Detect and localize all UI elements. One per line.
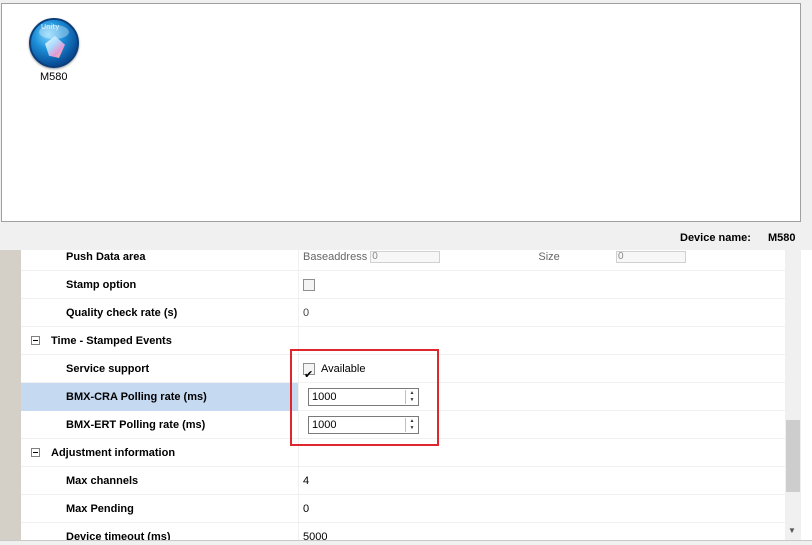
property-name: Service support: [66, 363, 150, 375]
property-row-stamp-option[interactable]: Stamp option: [21, 271, 785, 299]
property-row-max-channels[interactable]: Max channels 4: [21, 467, 785, 495]
property-value: ▲ ▼: [298, 383, 785, 411]
bmx-ert-polling-spinner[interactable]: ▲ ▼: [308, 416, 419, 434]
property-name: Stamp option: [66, 279, 137, 291]
property-row-push-data-area[interactable]: Push Data area Baseaddress 0 Size 0: [21, 250, 785, 271]
bmx-cra-polling-input[interactable]: [310, 390, 404, 404]
property-rows: Push Data area Baseaddress 0 Size 0 Stam…: [21, 250, 785, 540]
spinner-arrows[interactable]: ▲ ▼: [405, 418, 417, 432]
bmx-ert-polling-input[interactable]: [310, 418, 404, 432]
property-value: Baseaddress 0 Size 0: [298, 250, 785, 271]
grid-left-margin: [0, 250, 21, 540]
property-name: BMX-CRA Polling rate (ms): [21, 383, 298, 411]
scrollbar-thumb[interactable]: [786, 420, 800, 492]
device-name-label: Device name:: [680, 232, 751, 244]
property-value: Available: [298, 355, 785, 389]
size-field[interactable]: 0: [615, 251, 686, 264]
vertical-scrollbar[interactable]: ▼: [785, 250, 801, 540]
stamp-option-checkbox[interactable]: [303, 279, 315, 291]
spin-down-icon[interactable]: ▼: [406, 425, 418, 432]
property-name: Max channels: [66, 475, 139, 487]
property-name: Quality check rate (s): [66, 307, 178, 319]
category-time-stamped-events[interactable]: Time - Stamped Events: [21, 327, 785, 355]
spin-up-icon[interactable]: ▲: [406, 418, 418, 425]
available-checkbox[interactable]: [303, 361, 315, 389]
spin-down-icon[interactable]: ▼: [406, 397, 418, 404]
property-value[interactable]: 5000: [298, 523, 785, 540]
category-name: Adjustment information: [51, 447, 176, 459]
property-grid[interactable]: Push Data area Baseaddress 0 Size 0 Stam…: [0, 250, 812, 540]
property-value: [298, 271, 785, 299]
size-label: Size: [538, 251, 560, 263]
spin-up-icon[interactable]: ▲: [406, 390, 418, 397]
baseaddress-field[interactable]: 0: [370, 251, 441, 264]
property-name: Push Data area: [66, 251, 146, 263]
property-row-quality-check-rate[interactable]: Quality check rate (s) 0: [21, 299, 785, 327]
property-name: Max Pending: [66, 503, 134, 515]
property-value[interactable]: 0: [298, 495, 785, 523]
available-label: Available: [321, 363, 366, 375]
category-adjustment-information[interactable]: Adjustment information: [21, 439, 785, 467]
category-name: Time - Stamped Events: [51, 335, 172, 347]
property-row-service-support[interactable]: Service support Available: [21, 355, 785, 389]
scroll-down-icon[interactable]: ▼: [788, 526, 796, 535]
unity-m580-icon[interactable]: Unity: [29, 18, 79, 68]
device-canvas[interactable]: Unity M580: [1, 3, 801, 222]
category-value: [298, 327, 785, 355]
property-value[interactable]: 4: [298, 467, 785, 495]
bmx-cra-polling-spinner[interactable]: ▲ ▼: [308, 388, 419, 406]
property-value: ▲ ▼: [298, 411, 785, 439]
bottom-edge: [0, 540, 812, 545]
device-label[interactable]: M580: [37, 71, 71, 83]
crystal-icon: [45, 36, 65, 58]
property-row-bmx-cra-polling-rate[interactable]: BMX-CRA Polling rate (ms) ▲ ▼: [21, 383, 785, 411]
property-row-max-pending[interactable]: Max Pending 0: [21, 495, 785, 523]
property-value[interactable]: 0: [298, 299, 785, 327]
property-row-bmx-ert-polling-rate[interactable]: BMX-ERT Polling rate (ms) ▲ ▼: [21, 411, 785, 439]
property-name: BMX-ERT Polling rate (ms): [66, 419, 206, 431]
property-name: Device timeout (ms): [66, 531, 171, 540]
category-value: [298, 439, 785, 467]
app-window: Unity M580 Device name: M580 Push Data a…: [0, 0, 812, 545]
property-row-device-timeout[interactable]: Device timeout (ms) 5000: [21, 523, 785, 540]
spinner-arrows[interactable]: ▲ ▼: [405, 390, 417, 404]
baseaddress-label: Baseaddress: [303, 251, 368, 263]
icon-text: Unity: [41, 23, 60, 31]
device-name-value: M580: [768, 232, 796, 244]
